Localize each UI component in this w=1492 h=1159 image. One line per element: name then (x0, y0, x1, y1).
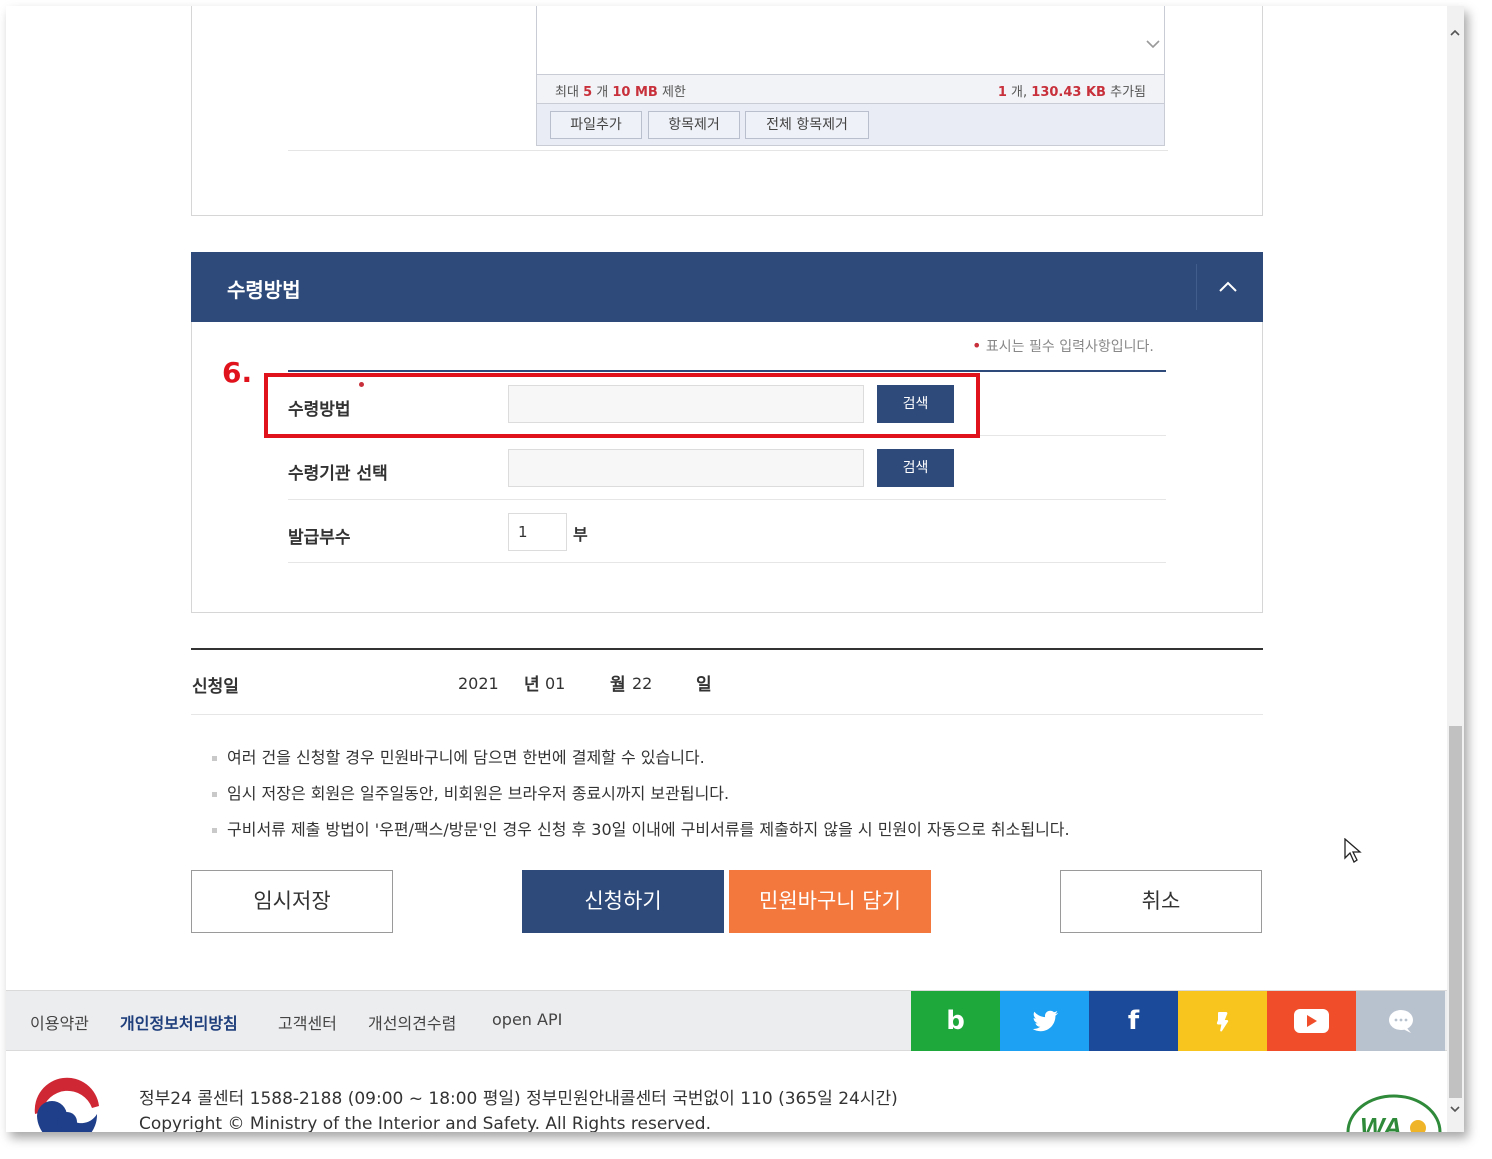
required-dot-icon: • (972, 336, 982, 355)
remove-item-button[interactable]: 항목제거 (648, 111, 740, 139)
limit-count-unit: 개 (596, 85, 609, 100)
scroll-up-arrow-icon[interactable] (1449, 24, 1461, 36)
limit-suffix: 제한 (661, 85, 686, 100)
date-top-border (191, 648, 1263, 650)
added-size: 130.43 KB (1031, 85, 1106, 100)
footer-link-terms[interactable]: 이용약관 (30, 1010, 89, 1034)
annotation-step-number: 6. (222, 356, 253, 389)
section-title: 수령방법 (227, 278, 301, 302)
bullet-icon (212, 756, 217, 761)
limit-prefix: 최대 (555, 85, 579, 100)
temp-save-button[interactable]: 임시저장 (191, 870, 393, 933)
agency-input[interactable] (508, 449, 864, 487)
footer-bar: 이용약관 개인정보처리방침 고객센터 개선의견수렴 open API b f (6, 990, 1447, 1051)
header-divider (1196, 264, 1197, 310)
youtube-button[interactable] (1267, 991, 1356, 1051)
annotation-highlight-box (264, 373, 980, 438)
blog-button[interactable]: b (911, 991, 1000, 1051)
kakaostory-icon (1216, 1012, 1229, 1032)
kakaostory-button[interactable] (1178, 991, 1267, 1051)
required-note-text: 표시는 필수 입력사항입니다. (985, 339, 1154, 355)
date-month: 01 (545, 674, 566, 693)
section-header: 수령방법 (191, 252, 1263, 322)
required-note: • 표시는 필수 입력사항입니다. (972, 336, 1154, 356)
facebook-button[interactable]: f (1089, 991, 1178, 1051)
form-top-border (288, 370, 1166, 372)
scroll-down-arrow-icon[interactable] (1449, 1100, 1461, 1113)
date-year-unit: 년 (524, 675, 540, 695)
notice-text: 구비서류 제출 방법이 '우편/팩스/방문'인 경우 신청 후 30일 이내에 … (227, 820, 1070, 839)
date-day: 22 (632, 674, 653, 693)
cancel-button[interactable]: 취소 (1060, 870, 1262, 933)
list-item: 구비서류 제출 방법이 '우편/팩스/방문'인 경우 신청 후 30일 이내에 … (212, 816, 1070, 852)
mouse-cursor-icon (1344, 837, 1362, 868)
list-item: 임시 저장은 회원은 일주일동안, 비회원은 브라우저 종료시까지 보관됩니다. (212, 780, 1070, 816)
list-item: 여러 건을 신청할 경우 민원바구니에 담으면 한번에 결제할 수 있습니다. (212, 744, 1070, 780)
file-limit-info: 최대 5 개 10 MB 제한 1 개, 130.43 KB 추가됨 (536, 74, 1165, 104)
file-list-box[interactable] (536, 6, 1165, 74)
date-day-unit: 일 (696, 675, 712, 695)
footer-contact-info: 정부24 콜센터 1588-2188 (09:00 ~ 18:00 평일) 정부… (139, 1089, 898, 1109)
scrollbar-thumb[interactable] (1449, 726, 1462, 1098)
apply-button[interactable]: 신청하기 (522, 870, 724, 933)
twitter-icon (1032, 1010, 1058, 1032)
limit-size: 10 MB (612, 85, 658, 100)
government-logo (32, 1076, 102, 1132)
file-button-bar: 파일추가 항목제거 전체 항목제거 (536, 104, 1165, 146)
notice-list: 여러 건을 신청할 경우 민원바구니에 담으면 한번에 결제할 수 있습니다. … (212, 744, 1070, 852)
divider (288, 150, 1168, 151)
youtube-icon (1294, 1009, 1329, 1033)
talk-button[interactable] (1356, 991, 1445, 1051)
twitter-button[interactable] (1000, 991, 1089, 1051)
chevron-up-icon[interactable] (1213, 274, 1243, 300)
agency-search-button[interactable]: 검색 (877, 449, 954, 487)
footer-link-privacy[interactable]: 개인정보처리방침 (120, 1010, 238, 1034)
wa-mark-text: WA (1360, 1112, 1402, 1132)
row-divider (288, 499, 1166, 500)
add-basket-button[interactable]: 민원바구니 담기 (729, 870, 931, 933)
added-suffix: 추가됨 (1110, 85, 1146, 100)
date-bottom-border (191, 714, 1263, 715)
copies-input[interactable]: 1 (508, 513, 567, 551)
date-month-unit: 월 (610, 675, 626, 695)
agency-label: 수령기관 선택 (288, 464, 388, 484)
web-accessibility-mark: WA (1346, 1092, 1442, 1132)
date-year: 2021 (458, 674, 499, 693)
footer-link-feedback[interactable]: 개선의견수렴 (368, 1010, 456, 1034)
application-date-label: 신청일 (192, 677, 239, 697)
add-file-button[interactable]: 파일추가 (550, 111, 642, 139)
talk-icon (1389, 1010, 1413, 1033)
page-screenshot: 최대 5 개 10 MB 제한 1 개, 130.43 KB 추가됨 파일추가 … (6, 6, 1464, 1132)
footer-copyright: Copyright © Ministry of the Interior and… (139, 1114, 711, 1132)
remove-all-items-button[interactable]: 전체 항목제거 (745, 111, 869, 139)
limit-count: 5 (583, 85, 593, 100)
blog-icon: b (946, 1006, 965, 1036)
bullet-icon (212, 792, 217, 797)
notice-text: 여러 건을 신청할 경우 민원바구니에 담으면 한번에 결제할 수 있습니다. (227, 748, 705, 767)
notice-text: 임시 저장은 회원은 일주일동안, 비회원은 브라우저 종료시까지 보관됩니다. (227, 784, 730, 803)
chevron-down-icon[interactable] (1146, 37, 1160, 53)
added-count: 1 (997, 85, 1007, 100)
row-divider (288, 562, 1166, 563)
copies-unit: 부 (573, 525, 588, 544)
footer-link-customer-center[interactable]: 고객센터 (278, 1010, 337, 1034)
added-count-unit: 개, (1011, 85, 1028, 100)
footer-link-open-api[interactable]: open API (492, 1010, 562, 1029)
facebook-icon: f (1127, 1006, 1140, 1036)
bullet-icon (212, 828, 217, 833)
copies-label: 발급부수 (288, 528, 351, 548)
